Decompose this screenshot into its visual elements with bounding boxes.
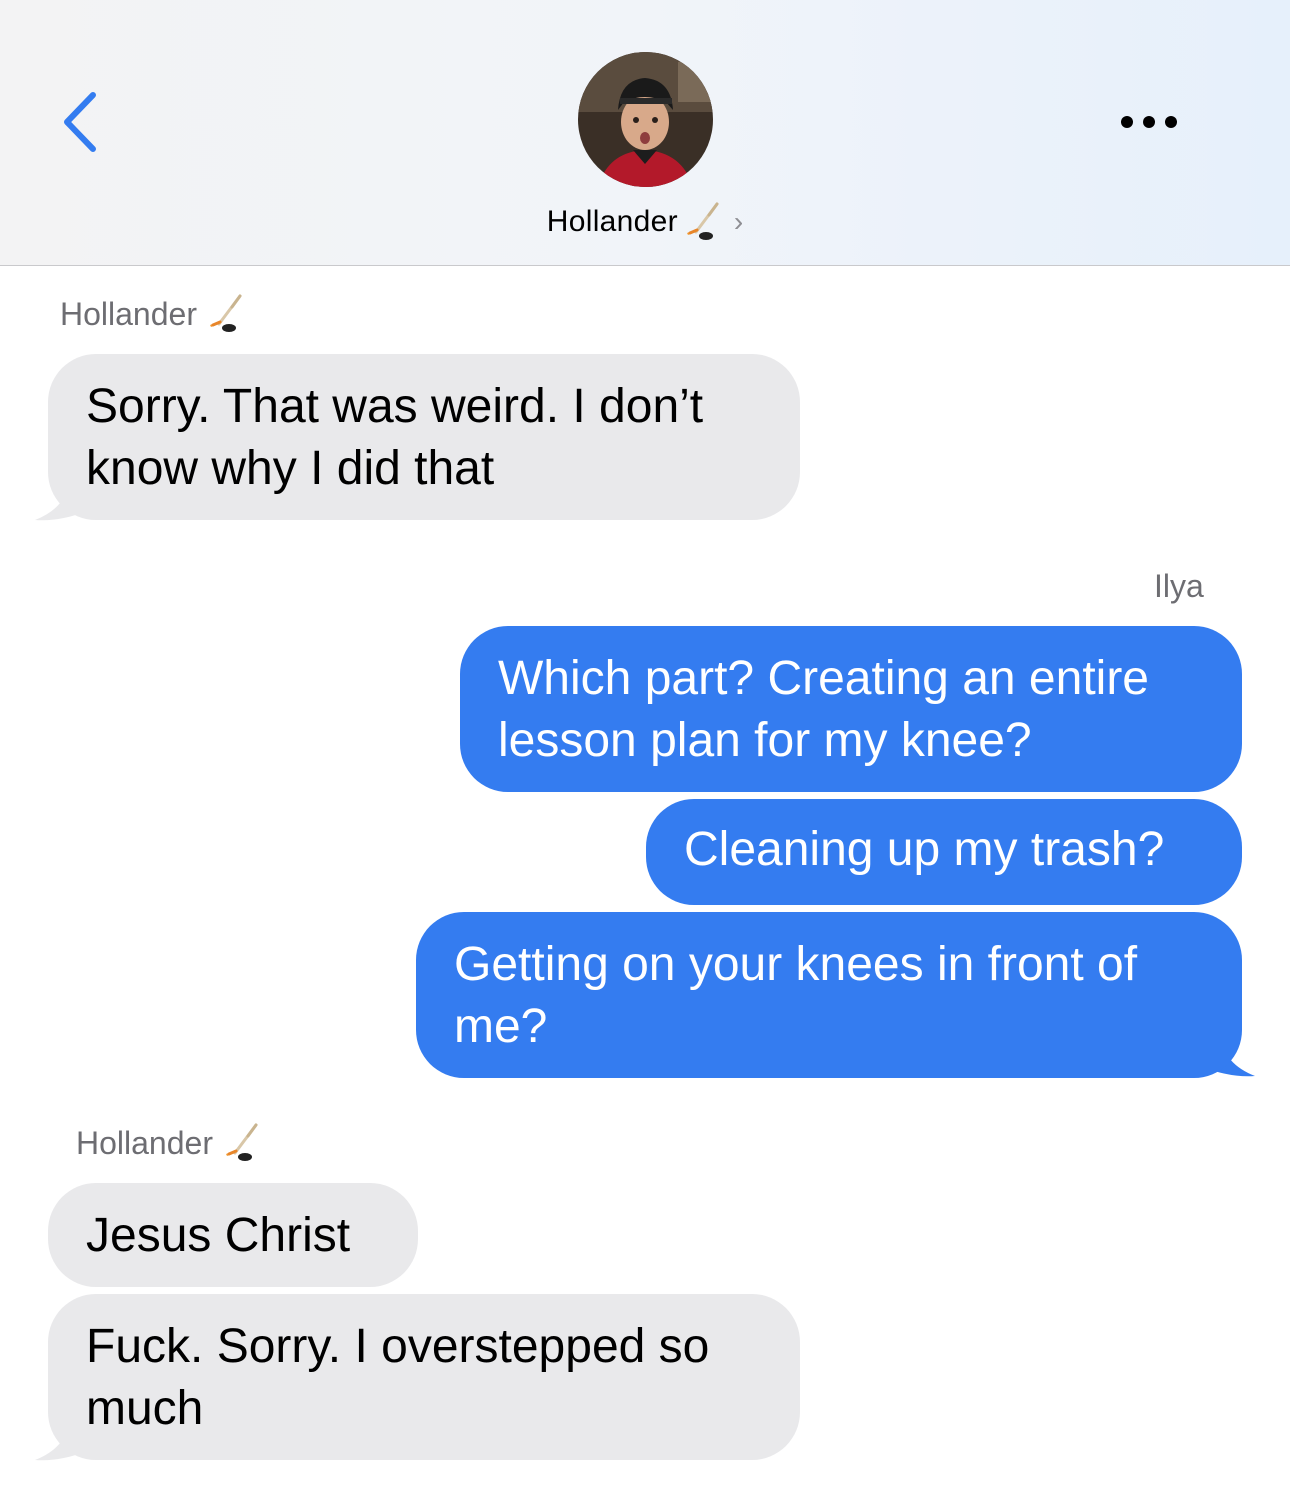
conversation-header: Hollander › — [0, 0, 1290, 266]
sender-label: Hollander — [76, 1123, 259, 1163]
contact-name-button[interactable]: Hollander › — [0, 200, 1290, 244]
more-dots-icon[interactable] — [1115, 110, 1195, 140]
avatar[interactable] — [578, 52, 713, 187]
ice-hockey-icon — [223, 1123, 259, 1163]
message-bubble-incoming[interactable]: Sorry. That was weird. I don’t know why … — [48, 354, 800, 520]
message-line: Jesus Christ — [86, 1209, 351, 1262]
ice-hockey-icon — [684, 202, 720, 242]
message-line: me? — [454, 1000, 548, 1053]
message-bubble-outgoing[interactable]: Cleaning up my trash? — [646, 799, 1242, 905]
message-bubble-incoming[interactable]: Jesus Christ — [48, 1183, 418, 1287]
message-line: Which part? Creating an entire — [498, 652, 1149, 705]
ice-hockey-icon — [207, 294, 243, 334]
chevron-right-icon: › — [733, 206, 744, 237]
sender-name: Hollander — [76, 1124, 213, 1161]
message-line: Cleaning up my trash? — [684, 823, 1165, 876]
message-line: Getting on your knees in front of — [454, 938, 1138, 991]
message-bubble-outgoing[interactable]: Getting on your knees in front of me? — [416, 912, 1242, 1078]
message-line: Fuck. Sorry. I overstepped so — [86, 1320, 710, 1373]
sender-label: Ilya — [1154, 568, 1204, 605]
message-line: much — [86, 1382, 204, 1435]
sender-name: Ilya — [1154, 568, 1204, 604]
chevron-left-icon[interactable] — [55, 85, 115, 160]
contact-name: Hollander — [546, 205, 678, 238]
sender-name: Hollander — [60, 295, 197, 332]
message-line: know why I did that — [86, 442, 495, 495]
message-bubble-outgoing[interactable]: Which part? Creating an entire lesson pl… — [460, 626, 1242, 792]
message-line: lesson plan for my knee? — [498, 714, 1032, 767]
sender-label: Hollander — [60, 294, 243, 334]
message-bubble-incoming[interactable]: Fuck. Sorry. I overstepped so much — [48, 1294, 800, 1460]
message-line: Sorry. That was weird. I don’t — [86, 380, 704, 433]
